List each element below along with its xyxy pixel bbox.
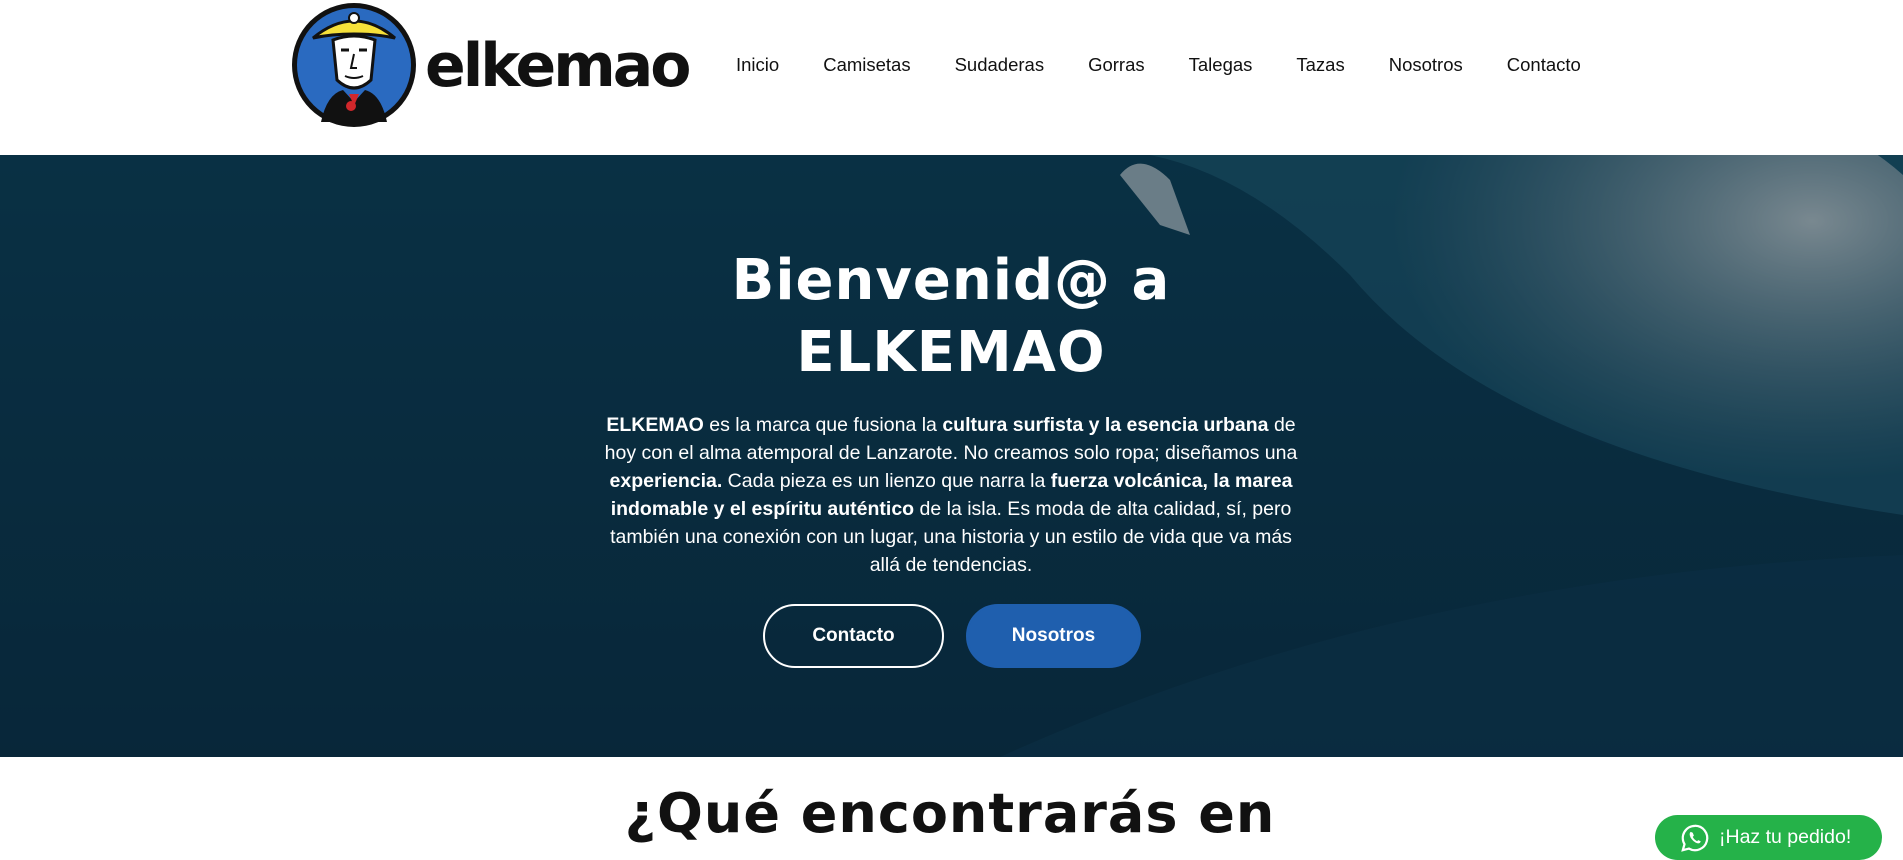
nav-item-camisetas[interactable]: Camisetas <box>823 50 910 80</box>
hero-text-emphasis: ELKEMAO <box>606 414 704 436</box>
hero-section: Bienvenid@ a ELKEMAO ELKEMAO es la marca… <box>0 155 1903 757</box>
nav-item-gorras[interactable]: Gorras <box>1088 50 1145 80</box>
nav-item-contacto[interactable]: Contacto <box>1507 50 1581 80</box>
whatsapp-icon <box>1681 824 1709 852</box>
hero-text-segment: Cada pieza es un lienzo que narra la <box>722 470 1051 492</box>
nav-item-inicio[interactable]: Inicio <box>736 50 779 80</box>
whatsapp-order-button[interactable]: ¡Haz tu pedido! <box>1655 815 1882 860</box>
about-button[interactable]: Nosotros <box>966 604 1141 668</box>
hero-text-emphasis: cultura surfista y la esencia urbana <box>942 414 1269 436</box>
logo-mascot-icon <box>292 3 416 127</box>
nav-item-sudaderas[interactable]: Sudaderas <box>955 50 1044 80</box>
nav-item-talegas[interactable]: Talegas <box>1189 50 1253 80</box>
contact-button[interactable]: Contacto <box>763 604 944 668</box>
main-nav: Inicio Camisetas Sudaderas Gorras Talega… <box>736 48 1581 82</box>
hero-text-emphasis: experiencia. <box>609 470 723 492</box>
site-header: elkemao Inicio Camisetas Sudaderas Gorra… <box>0 0 1903 155</box>
hero-title-line1: Bienvenid@ a <box>731 248 1171 313</box>
whatsapp-label: ¡Haz tu pedido! <box>1719 826 1852 848</box>
hero-title-line2: ELKEMAO <box>796 320 1106 385</box>
hero-description: ELKEMAO es la marca que fusiona la cultu… <box>596 411 1306 579</box>
section-title: ¿Qué encontrarás en <box>624 782 1276 845</box>
nav-item-tazas[interactable]: Tazas <box>1296 50 1344 80</box>
hero-text-segment: es la marca que fusiona la <box>703 414 943 436</box>
nav-item-nosotros[interactable]: Nosotros <box>1389 50 1463 80</box>
brand-wordmark: elkemao <box>425 31 691 101</box>
brand-logo[interactable]: elkemao <box>291 2 701 130</box>
hero-title: Bienvenid@ a ELKEMAO <box>651 245 1251 389</box>
